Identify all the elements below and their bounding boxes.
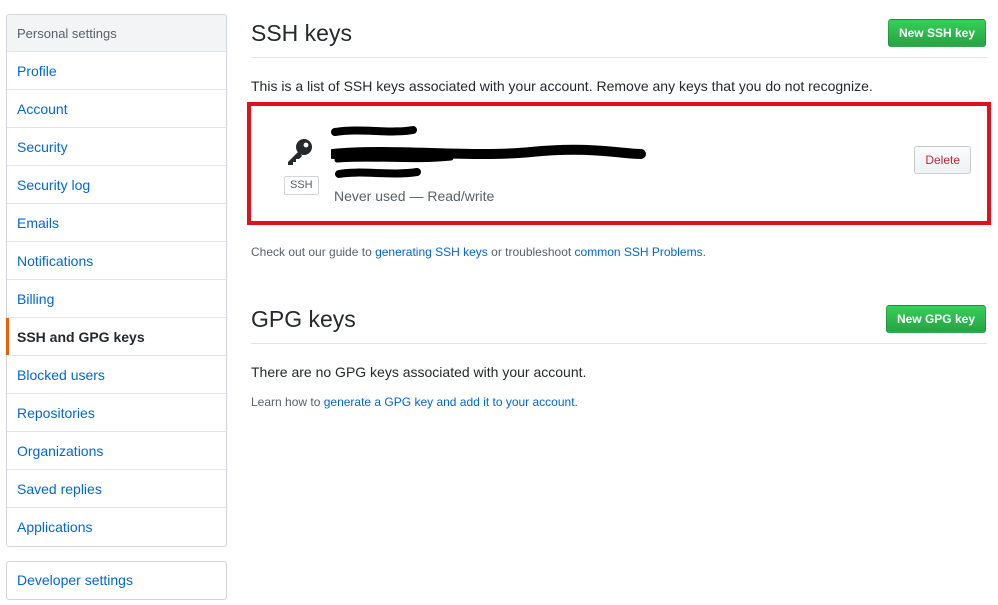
delete-key-button[interactable]: Delete [914, 146, 971, 174]
key-icon [285, 136, 315, 166]
sidebar-item-account[interactable]: Account [7, 90, 226, 128]
new-gpg-key-button[interactable]: New GPG key [885, 305, 986, 333]
ssh-keys-title: SSH keys [251, 20, 352, 46]
sidebar-item-blocked-users[interactable]: Blocked users [7, 356, 226, 394]
gpg-learn-prefix: Learn how to [251, 395, 324, 409]
sidebar-item-security[interactable]: Security [7, 128, 226, 166]
sidebar-item-organizations[interactable]: Organizations [7, 432, 226, 470]
sidebar-item-notifications[interactable]: Notifications [7, 242, 226, 280]
sidebar-item-saved-replies[interactable]: Saved replies [7, 470, 226, 508]
settings-sidebar: Personal settings Profile Account Securi… [6, 14, 227, 547]
sidebar-header: Personal settings [7, 15, 226, 52]
new-ssh-key-button[interactable]: New SSH key [887, 19, 986, 47]
ssh-guide-text: Check out our guide to generating SSH ke… [251, 245, 706, 259]
sidebar-item-billing[interactable]: Billing [7, 280, 226, 318]
ssh-guide-middle: or troubleshoot [487, 245, 575, 259]
sidebar-item-security-log[interactable]: Security log [7, 166, 226, 204]
sidebar-item-applications[interactable]: Applications [7, 508, 226, 546]
ssh-guide-prefix: Check out our guide to [251, 245, 376, 259]
ssh-key-item: SSH Never used — Read/write Delete [247, 102, 991, 225]
sidebar-item-ssh-gpg-keys[interactable]: SSH and GPG keys [6, 318, 226, 356]
key-usage-text: Never used — Read/write [334, 188, 495, 204]
gpg-learn-text: Learn how to generate a GPG key and add … [251, 395, 578, 409]
ssh-guide-suffix: . [702, 245, 706, 259]
sidebar-item-profile[interactable]: Profile [7, 52, 226, 90]
generating-ssh-keys-link[interactable]: generating SSH keys [375, 245, 488, 259]
sidebar-item-developer-settings[interactable]: Developer settings [7, 562, 226, 599]
gpg-empty-message: There are no GPG keys associated with yo… [251, 364, 587, 380]
redacted-key-details [328, 124, 651, 184]
sidebar-item-repositories[interactable]: Repositories [7, 394, 226, 432]
ssh-section-header: SSH keys New SSH key [251, 18, 987, 58]
gpg-section-header: GPG keys New GPG key [251, 304, 987, 344]
ssh-type-badge: SSH [284, 176, 319, 195]
common-ssh-problems-link[interactable]: common SSH Problems [575, 245, 703, 259]
sidebar-item-emails[interactable]: Emails [7, 204, 226, 242]
ssh-description: This is a list of SSH keys associated wi… [251, 78, 873, 94]
gpg-learn-suffix: . [574, 395, 578, 409]
developer-sidebar: Developer settings [6, 561, 227, 600]
gpg-keys-title: GPG keys [251, 306, 356, 332]
generate-gpg-key-link[interactable]: generate a GPG key and add it to your ac… [324, 395, 575, 409]
